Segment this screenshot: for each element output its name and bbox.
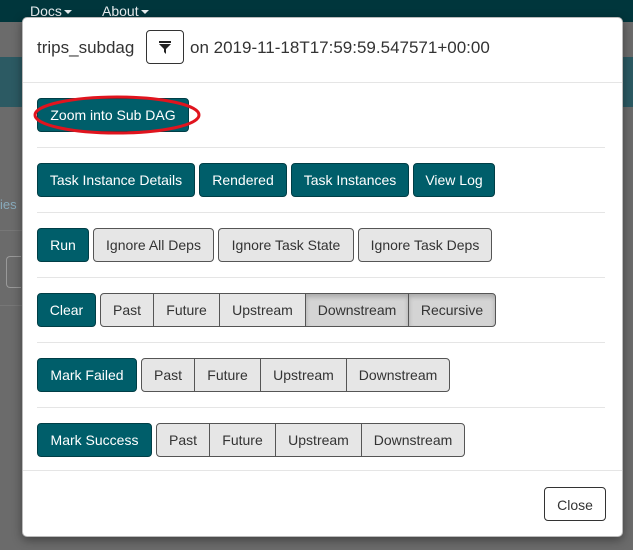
background-text-fragment: ies [0, 197, 17, 212]
ignore-task-state-toggle[interactable]: Ignore Task State [218, 228, 354, 262]
mark-failed-button[interactable]: Mark Failed [37, 358, 137, 392]
section-divider [37, 147, 605, 148]
clear-future-toggle[interactable]: Future [153, 293, 220, 327]
clear-recursive-toggle[interactable]: Recursive [408, 293, 496, 327]
mark-failed-past-toggle[interactable]: Past [141, 358, 195, 392]
clear-upstream-toggle[interactable]: Upstream [219, 293, 306, 327]
background-divider [0, 230, 22, 231]
task-instances-button[interactable]: Task Instances [291, 163, 409, 197]
background-divider [0, 305, 22, 306]
mark-failed-future-toggle[interactable]: Future [194, 358, 261, 392]
mark-failed-options-group: Past Future Upstream Downstream [141, 358, 450, 392]
mark-failed-upstream-toggle[interactable]: Upstream [260, 358, 347, 392]
clear-options-group: Past Future Upstream Downstream Recursiv… [100, 293, 496, 327]
mark-success-options-group: Past Future Upstream Downstream [156, 423, 465, 457]
caret-down-icon [63, 10, 72, 15]
ignore-all-deps-toggle[interactable]: Ignore All Deps [93, 228, 214, 262]
dag-name: trips_subdag [37, 38, 135, 57]
mark-failed-downstream-toggle[interactable]: Downstream [346, 358, 450, 392]
section-divider [37, 407, 605, 408]
filter-button[interactable] [146, 30, 184, 64]
caret-down-icon [140, 10, 149, 15]
filter-icon [159, 41, 171, 54]
section-divider [37, 342, 605, 343]
clear-past-toggle[interactable]: Past [100, 293, 154, 327]
task-instance-details-button[interactable]: Task Instance Details [37, 163, 195, 197]
clear-downstream-toggle[interactable]: Downstream [305, 293, 409, 327]
close-button[interactable]: Close [544, 487, 606, 521]
mark-success-button[interactable]: Mark Success [37, 423, 152, 457]
section-divider [37, 212, 605, 213]
mark-success-upstream-toggle[interactable]: Upstream [275, 423, 362, 457]
task-instance-modal: trips_subdag on 2019-11-18T17:59:59.5475… [22, 17, 623, 537]
modal-header: trips_subdag on 2019-11-18T17:59:59.5475… [23, 18, 622, 83]
mark-success-downstream-toggle[interactable]: Downstream [361, 423, 465, 457]
execution-date-label: on 2019-11-18T17:59:59.547571+00:00 [190, 38, 490, 57]
view-log-button[interactable]: View Log [413, 163, 495, 197]
section-divider [37, 277, 605, 278]
modal-footer: Close [23, 470, 622, 537]
ignore-task-deps-toggle[interactable]: Ignore Task Deps [358, 228, 492, 262]
mark-success-past-toggle[interactable]: Past [156, 423, 210, 457]
run-button[interactable]: Run [37, 228, 89, 262]
mark-success-future-toggle[interactable]: Future [209, 423, 276, 457]
background-input-fragment [6, 256, 21, 288]
clear-button[interactable]: Clear [37, 293, 96, 327]
zoom-into-subdag-button[interactable]: Zoom into Sub DAG [37, 98, 189, 132]
rendered-button[interactable]: Rendered [199, 163, 287, 197]
